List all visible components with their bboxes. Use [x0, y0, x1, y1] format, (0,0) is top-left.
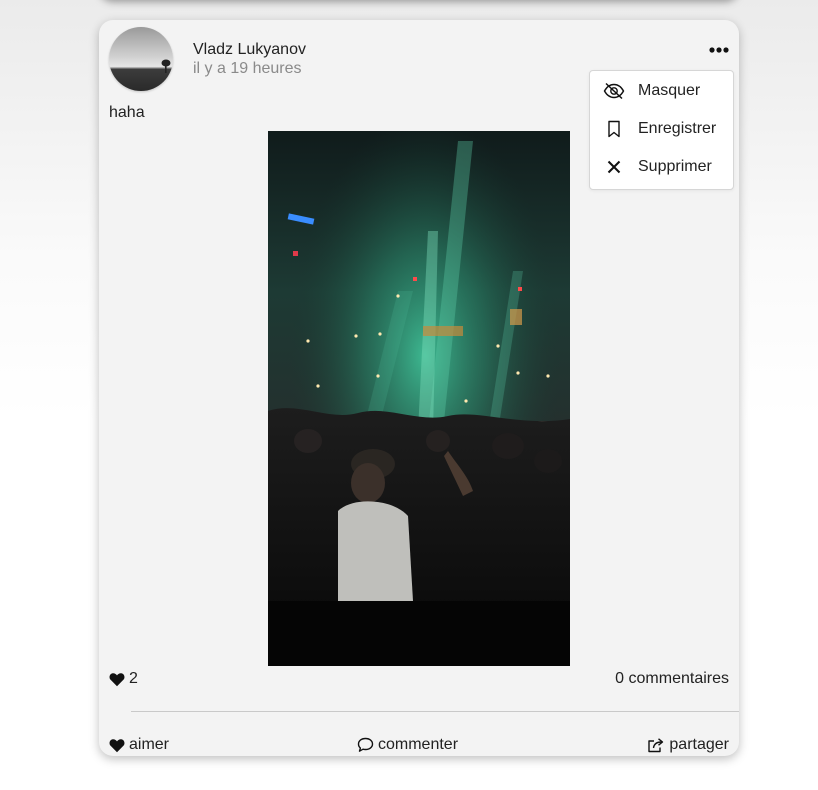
avatar[interactable]	[109, 27, 173, 91]
heart-icon	[109, 672, 125, 687]
comment-button[interactable]: commenter	[357, 735, 458, 755]
menu-item-label: Enregistrer	[638, 120, 717, 137]
post-text: haha	[109, 104, 145, 121]
comment-label: commenter	[378, 736, 459, 753]
post-video[interactable]	[268, 131, 570, 666]
share-icon	[647, 737, 665, 753]
concert-crowd-image	[268, 131, 570, 666]
menu-item-label: Masquer	[638, 82, 701, 99]
menu-item-delete[interactable]: Supprimer	[590, 149, 733, 185]
like-button[interactable]: aimer	[109, 735, 169, 755]
like-label: aimer	[129, 736, 170, 753]
close-icon	[590, 160, 638, 174]
comment-icon	[357, 737, 374, 753]
bookmark-icon	[590, 120, 638, 138]
likes-count: 2	[129, 670, 138, 687]
comments-count-link[interactable]: 0 commentaires	[615, 670, 729, 688]
divider	[131, 711, 739, 712]
post-options-menu: Masquer Enregistrer Supprimer	[589, 70, 734, 190]
more-options-button[interactable]	[703, 36, 733, 62]
menu-item-save[interactable]: Enregistrer	[590, 111, 733, 147]
share-label: partager	[669, 736, 729, 753]
tree-silhouette-icon	[161, 59, 171, 73]
share-button[interactable]: partager	[647, 735, 729, 755]
heart-icon	[109, 738, 125, 753]
post-timestamp: il y a 19 heures	[193, 60, 302, 77]
menu-item-hide[interactable]: Masquer	[590, 73, 733, 109]
author-name[interactable]: Vladz Lukyanov	[193, 41, 306, 59]
more-horizontal-icon	[709, 47, 729, 53]
likes-summary: 2	[109, 669, 138, 689]
eye-off-icon	[590, 82, 638, 100]
menu-item-label: Supprimer	[638, 158, 712, 175]
